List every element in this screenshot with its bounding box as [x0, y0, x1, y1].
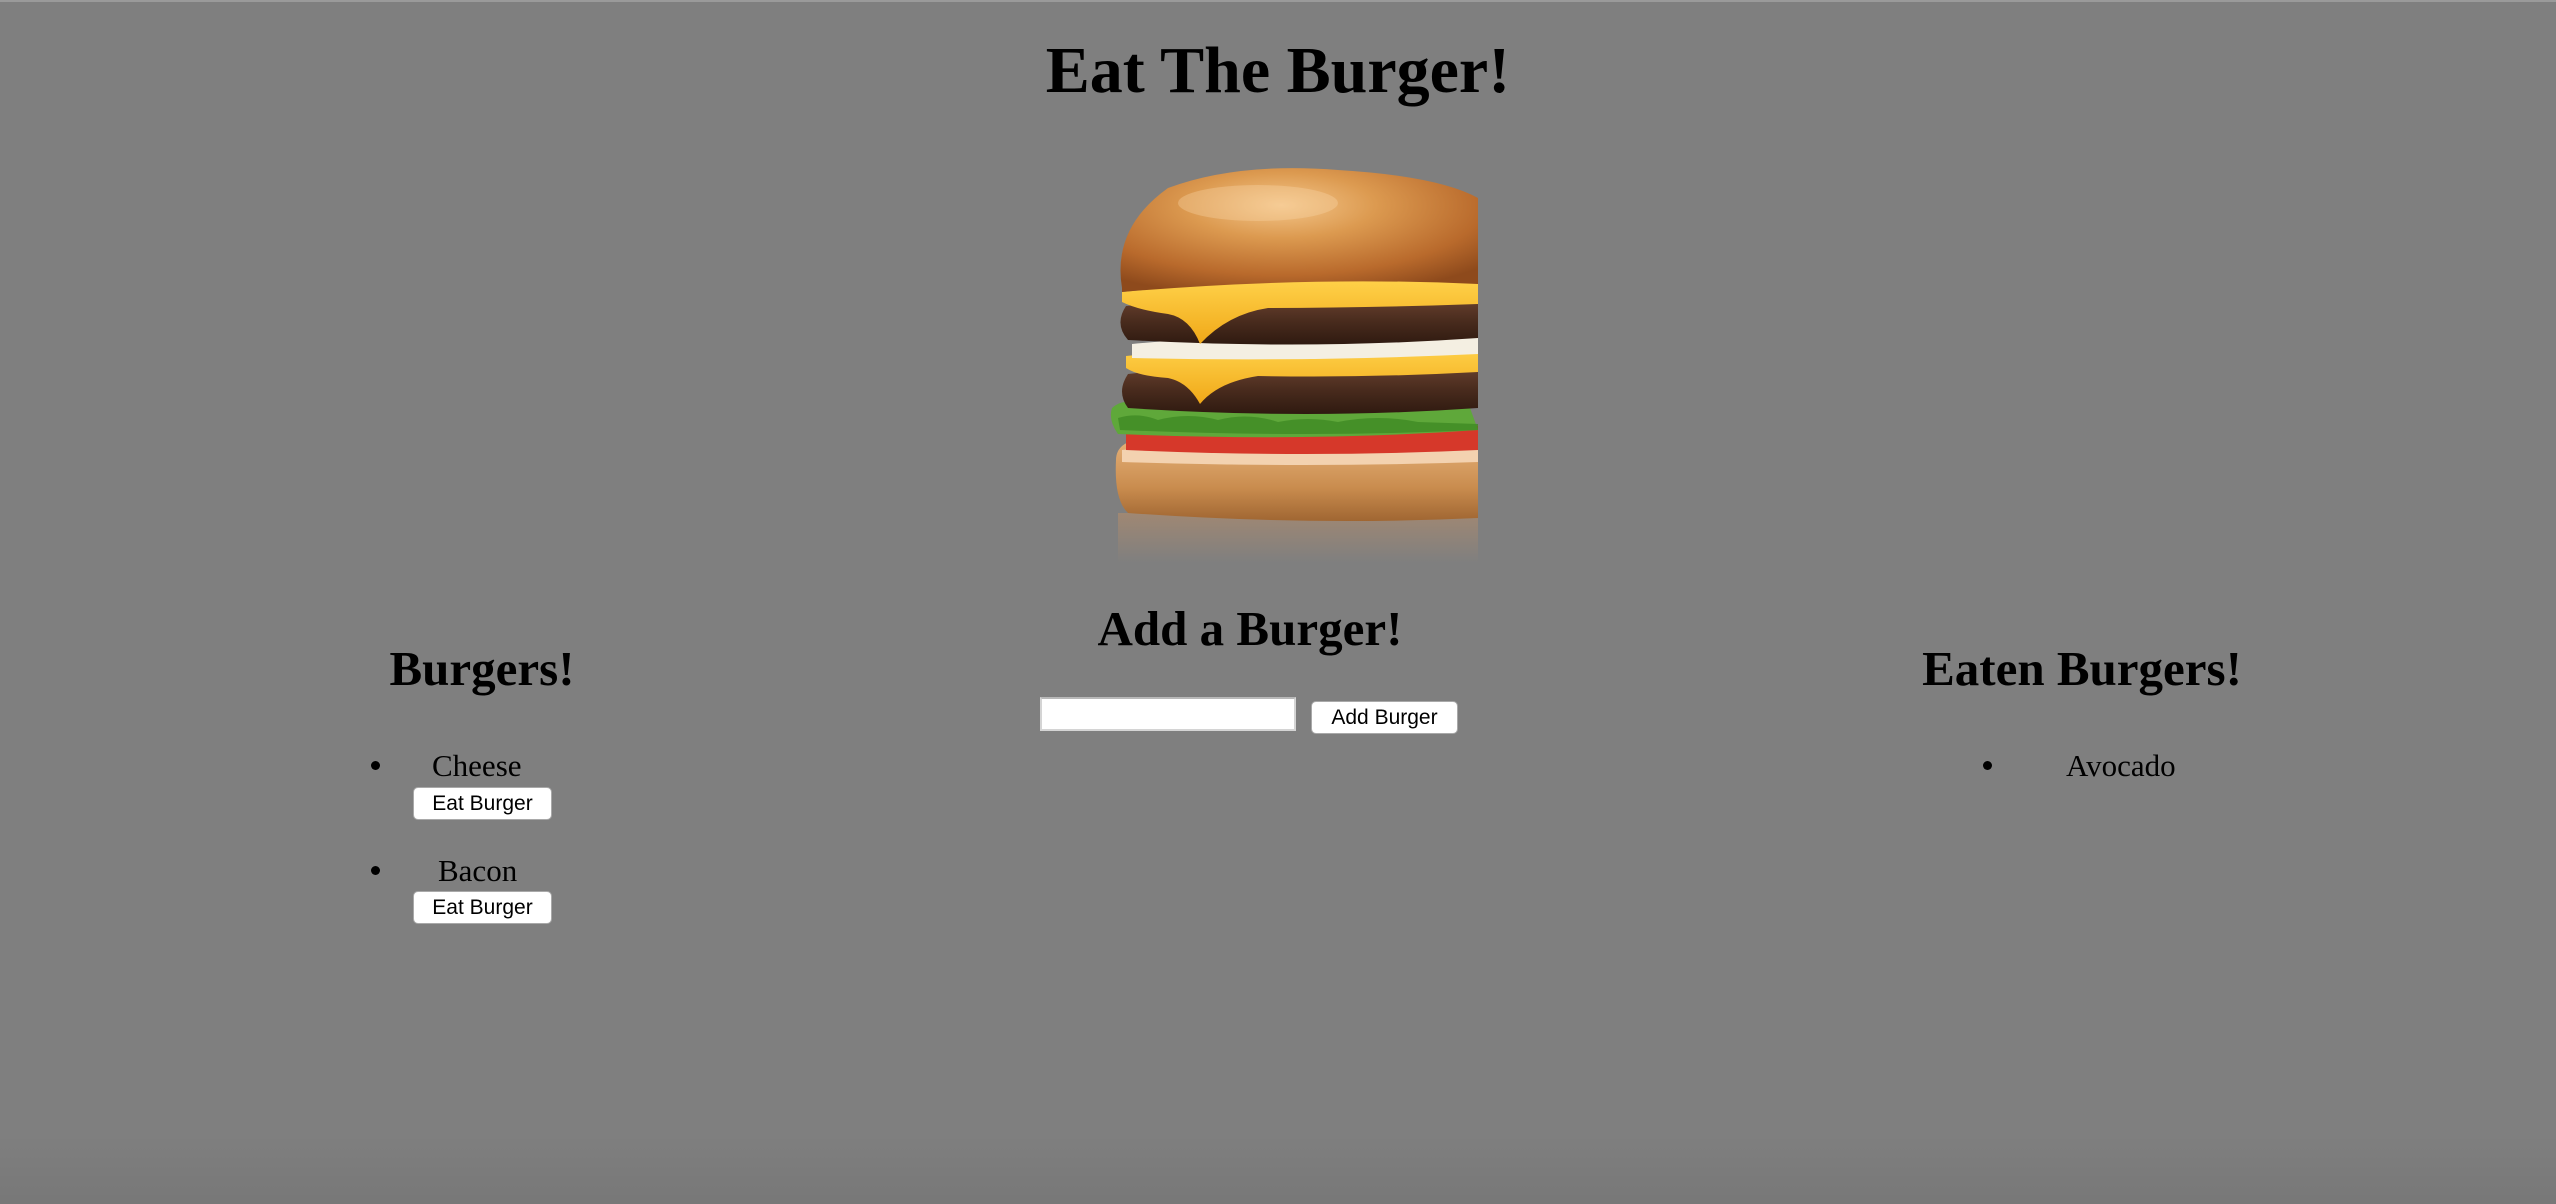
add-burger-button[interactable]: Add Burger	[1311, 701, 1458, 734]
window-top-border	[0, 0, 2556, 2]
eat-burger-button[interactable]: Eat Burger	[413, 787, 552, 820]
page-title: Eat The Burger!	[1045, 34, 1511, 107]
list-bullet	[371, 866, 380, 875]
eaten-burgers-heading: Eaten Burgers!	[1922, 641, 2242, 696]
burgers-heading: Burgers!	[389, 641, 575, 696]
list-bullet	[1983, 761, 1992, 770]
burger-name-input[interactable]	[1040, 697, 1296, 731]
list-bullet	[371, 761, 380, 770]
burger-image	[1108, 168, 1478, 563]
eat-burger-button[interactable]: Eat Burger	[413, 891, 552, 924]
burger-name: Bacon	[438, 853, 518, 888]
burger-name: Cheese	[432, 748, 522, 783]
add-burger-heading: Add a Burger!	[1097, 601, 1403, 656]
eaten-burger-name: Avocado	[2066, 748, 2176, 783]
bottom-shade	[0, 1134, 2556, 1204]
